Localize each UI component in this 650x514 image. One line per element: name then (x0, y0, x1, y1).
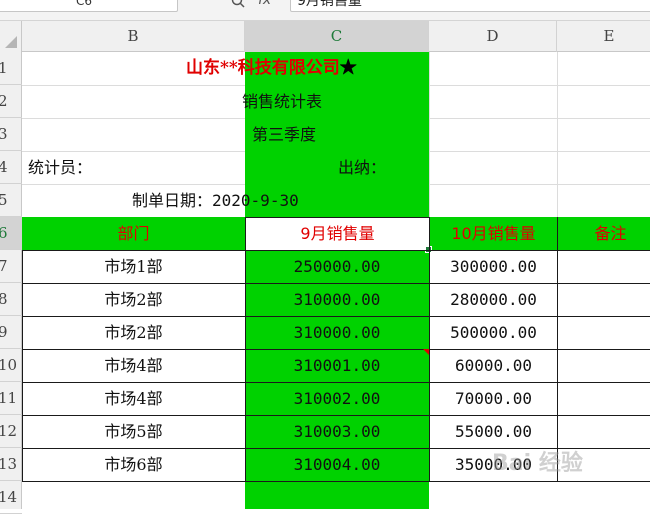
row-header[interactable]: 9 (0, 316, 22, 349)
company-title: 山东**科技有限公司★ (186, 52, 357, 85)
cell-dept[interactable]: 市场6部 (22, 448, 245, 481)
cell-sep[interactable]: 310001.00 (245, 349, 429, 382)
header-oct[interactable]: 10月销售量 (430, 217, 557, 250)
row-header[interactable]: 14 (0, 481, 22, 514)
date-label-text: 制单日期： (132, 191, 213, 210)
cell-sep[interactable]: 310000.00 (245, 283, 429, 316)
selected-cell-c6[interactable]: 9月销售量 (245, 217, 430, 251)
stat-person-label: 统计员： (28, 158, 93, 177)
cell-dept[interactable]: 市场4部 (22, 349, 245, 382)
row-header[interactable]: 7 (0, 250, 22, 283)
watermark: Bai 经验 (492, 451, 583, 476)
row-header[interactable]: 10 (0, 349, 22, 382)
cell-sep[interactable]: 310000.00 (245, 316, 429, 349)
cell-sep[interactable]: 310004.00 (245, 448, 429, 481)
company-name: 山东**科技有限公司 (186, 58, 340, 78)
column-header-bar: B C D E (0, 21, 650, 52)
sheet-title: 销售统计表 (242, 92, 323, 111)
name-box[interactable]: C6 (0, 0, 178, 12)
select-all-button[interactable] (0, 21, 22, 52)
cell-sep[interactable]: 310002.00 (245, 382, 429, 415)
row-header[interactable]: 4 (0, 151, 22, 184)
cashier-label: 出纳： (338, 158, 387, 177)
row-header[interactable]: 12 (0, 415, 22, 448)
header-note[interactable]: 备注 (558, 217, 650, 250)
date-label: 制单日期：2020-9-30 (132, 184, 299, 217)
cell-oct[interactable]: 55000.00 (430, 415, 557, 448)
formula-input[interactable]: 9月销售量 (290, 0, 650, 12)
search-icon[interactable] (231, 0, 245, 8)
date-value: 2020-9-30 (212, 191, 299, 210)
cell-dept[interactable]: 市场2部 (22, 283, 245, 316)
column-header-c[interactable]: C (245, 21, 429, 52)
row-header[interactable]: 1 (0, 52, 22, 85)
cell-oct[interactable]: 70000.00 (430, 382, 557, 415)
row-header[interactable]: 13 (0, 448, 22, 481)
cell-dept[interactable]: 市场4部 (22, 382, 245, 415)
cell-oct[interactable]: 500000.00 (430, 316, 557, 349)
column-header-e[interactable]: E (557, 21, 650, 52)
fx-label: fx (258, 0, 272, 8)
row-header[interactable]: 5 (0, 184, 22, 217)
cell-dept[interactable]: 市场1部 (22, 250, 245, 283)
cell-dept[interactable]: 市场5部 (22, 415, 245, 448)
cell-oct[interactable]: 300000.00 (430, 250, 557, 283)
sheet-grid: 山东**科技有限公司★ 销售统计表 第三季度 统计员： 出纳： 制单日期：202… (22, 52, 650, 509)
row-header[interactable]: 11 (0, 382, 22, 415)
row-header[interactable]: 2 (0, 85, 22, 118)
row-header-bar: 1 2 3 4 5 6 7 8 9 10 11 12 13 14 (0, 52, 22, 514)
column-header-b[interactable]: B (22, 21, 245, 52)
cell-oct[interactable]: 280000.00 (430, 283, 557, 316)
cell-sep[interactable]: 250000.00 (245, 250, 429, 283)
column-header-d[interactable]: D (429, 21, 557, 52)
header-sep: 9月销售量 (300, 224, 375, 243)
cell-dept[interactable]: 市场2部 (22, 316, 245, 349)
star-icon: ★ (339, 58, 357, 78)
row-header[interactable]: 6 (0, 217, 22, 250)
cell-oct[interactable]: 60000.00 (430, 349, 557, 382)
quarter-label: 第三季度 (252, 125, 317, 144)
row-header[interactable]: 8 (0, 283, 22, 316)
cell-sep[interactable]: 310003.00 (245, 415, 429, 448)
header-dept[interactable]: 部门 (22, 217, 245, 250)
row-header[interactable]: 3 (0, 118, 22, 151)
formula-bar: C6 fx 9月销售量 (0, 0, 650, 21)
